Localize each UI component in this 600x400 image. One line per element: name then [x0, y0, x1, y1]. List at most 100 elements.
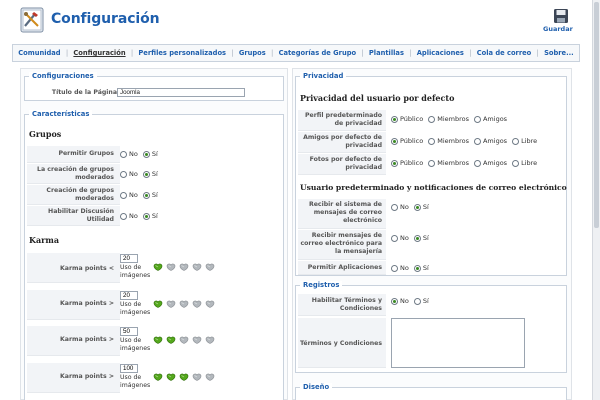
privacy-option-radio[interactable]	[512, 137, 520, 145]
privacy-option-radio[interactable]	[391, 115, 398, 123]
diseno-section: Diseño	[295, 383, 567, 400]
terms-textarea[interactable]	[391, 318, 525, 368]
page-title-field-label: Título de la Página	[51, 89, 117, 96]
radio-label: Sí	[151, 212, 158, 220]
fotos-privacidad-label: Fotos por defecto de privacidad	[309, 156, 382, 171]
registros-section: Registros Habilitar Términos y Condicion…	[295, 281, 567, 373]
tab-aplicaciones[interactable]: Aplicaciones	[417, 49, 464, 57]
radio-label: Público	[400, 159, 424, 167]
privacy-option-radio[interactable]	[473, 159, 481, 167]
discusion-utilidad-si-radio[interactable]	[142, 212, 150, 220]
header: Configuración Guardar	[0, 0, 592, 42]
radio-label: Sí	[151, 191, 158, 199]
radio-label: Amigos	[482, 115, 508, 123]
karma-points-label: Karma points <	[60, 265, 114, 272]
karma-points-input[interactable]	[120, 291, 138, 300]
privacy-option-radio[interactable]	[391, 159, 398, 167]
tab-sobre[interactable]: Sobre...	[544, 49, 574, 57]
page-scrollbar[interactable]	[592, 0, 600, 400]
page-title-input[interactable]	[117, 88, 245, 97]
karma-badge-inactive-icon	[192, 263, 202, 271]
karma-badge-inactive-icon	[166, 300, 176, 308]
karma-badge-inactive-icon	[179, 336, 189, 344]
radio-label: No	[400, 234, 409, 242]
discusion-utilidad-radio-group: No Sí	[120, 212, 163, 220]
tab-separator: |	[469, 49, 472, 57]
radio-label: Libre	[521, 137, 538, 145]
karma-badge-inactive-icon	[205, 336, 215, 344]
permitir-aplicaciones-no-radio[interactable]	[391, 264, 398, 272]
radio-label: No	[129, 191, 138, 199]
tab-categorias-grupo[interactable]: Categorías de Grupo	[279, 49, 357, 57]
privacy-option-radio[interactable]	[473, 137, 481, 145]
tab-separator: |	[536, 49, 539, 57]
privacy-option-radio[interactable]	[473, 115, 481, 123]
discusion-utilidad-label: Habilitar Discusión Utilidad	[48, 208, 114, 223]
permitir-aplicaciones-radio-group: No Sí	[391, 264, 434, 272]
terms-label: Términos y Condiciones	[300, 340, 382, 347]
privacy-option-radio[interactable]	[391, 137, 398, 145]
privacy-option-radio[interactable]	[428, 159, 436, 167]
permitir-grupos-radio-group: No Sí	[120, 150, 163, 158]
save-icon	[554, 9, 568, 23]
terms-enable-si-radio[interactable]	[413, 297, 421, 305]
perfil-privacidad-label: Perfil predeterminado de privacidad	[305, 112, 382, 127]
permitir-grupos-si-radio[interactable]	[142, 150, 150, 158]
creacion-grupos-radio-group: No Sí	[120, 191, 163, 199]
tab-perfiles[interactable]: Perfiles personalizados	[138, 49, 226, 57]
discusion-utilidad-no-radio[interactable]	[120, 212, 127, 220]
karma-badge-inactive-icon	[205, 373, 215, 381]
messaging-email-label: Recibir mensajes de correo electrónico p…	[300, 232, 383, 255]
system-email-si-radio[interactable]	[413, 203, 421, 211]
permitir-grupos-no-radio[interactable]	[120, 150, 127, 158]
tab-configuracion[interactable]: Configuración	[73, 49, 125, 57]
karma-badges	[153, 300, 218, 308]
radio-label: No	[129, 212, 138, 220]
karma-badge-inactive-icon	[179, 300, 189, 308]
terms-enable-no-radio[interactable]	[391, 297, 398, 305]
tab-separator: |	[130, 49, 134, 57]
save-button[interactable]: Guardar	[543, 8, 579, 36]
tab-grupos[interactable]: Grupos	[239, 49, 266, 57]
karma-use-images-label: Uso de imágenes	[120, 337, 151, 352]
radio-label: Libre	[521, 159, 538, 167]
karma-points-input[interactable]	[120, 254, 138, 263]
messaging-email-no-radio[interactable]	[391, 234, 398, 242]
grupos-moderados-no-radio[interactable]	[120, 170, 127, 178]
tab-cola-correo[interactable]: Cola de correo	[477, 49, 532, 57]
creacion-grupos-si-radio[interactable]	[142, 191, 150, 199]
karma-points-input[interactable]	[120, 327, 138, 336]
permitir-grupos-label: Permitir Grupos	[58, 150, 114, 157]
tab-plantillas[interactable]: Plantillas	[369, 49, 404, 57]
privacy-option-radio[interactable]	[512, 159, 520, 167]
karma-badge-inactive-icon	[192, 300, 202, 308]
system-email-no-radio[interactable]	[391, 203, 398, 211]
radio-label: Sí	[422, 203, 429, 211]
tab-separator: |	[270, 49, 274, 57]
permitir-aplicaciones-si-radio[interactable]	[413, 264, 421, 272]
grupos-moderados-si-radio[interactable]	[142, 170, 150, 178]
privacy-option-radio[interactable]	[428, 115, 436, 123]
karma-badge-inactive-icon	[205, 263, 215, 271]
privacidad-section: Privacidad Privacidad del usuario por de…	[295, 72, 567, 276]
configuraciones-section: Configuraciones Título de la Página	[24, 72, 284, 101]
messaging-email-si-radio[interactable]	[413, 234, 421, 242]
terms-enable-radio-group: No Sí	[391, 297, 434, 305]
tab-separator: |	[409, 49, 412, 57]
amigos-privacidad-label: Amigos por defecto de privacidad	[303, 134, 382, 149]
tab-separator: |	[231, 49, 234, 57]
creacion-grupos-label: Creación de grupos moderados	[46, 187, 114, 202]
karma-points-label: Karma points >	[60, 373, 114, 380]
karma-badge-inactive-icon	[192, 373, 202, 381]
karma-points-input[interactable]	[120, 364, 138, 373]
creacion-grupos-no-radio[interactable]	[120, 191, 127, 199]
scrollbar-thumb[interactable]	[594, 2, 599, 228]
privacy-option-radio[interactable]	[428, 137, 436, 145]
config-tools-icon	[20, 7, 44, 33]
tab-comunidad[interactable]: Comunidad	[18, 49, 60, 57]
karma-badge-inactive-icon	[192, 336, 202, 344]
radio-label: Miembros	[437, 137, 469, 145]
radio-label: Sí	[422, 234, 429, 242]
radio-label: Sí	[151, 150, 158, 158]
radio-label: Sí	[422, 264, 429, 272]
